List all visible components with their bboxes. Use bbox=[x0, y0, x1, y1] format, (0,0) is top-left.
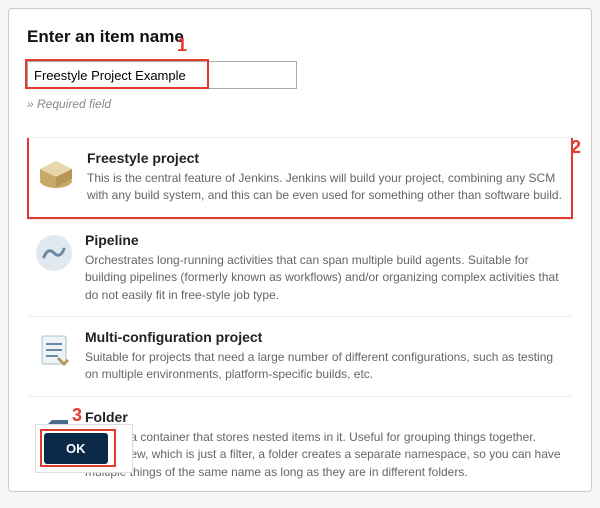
ok-button[interactable]: OK bbox=[44, 433, 108, 464]
option-desc: Suitable for projects that need a large … bbox=[85, 349, 567, 384]
option-desc: Orchestrates long-running activities tha… bbox=[85, 252, 567, 304]
option-title: Freestyle project bbox=[87, 150, 565, 166]
option-text: Freestyle project This is the central fe… bbox=[87, 150, 565, 205]
option-desc: This is the central feature of Jenkins. … bbox=[87, 170, 565, 205]
new-item-panel: Enter an item name 1 » Required field 2 … bbox=[8, 8, 592, 492]
ok-bar: 3 OK bbox=[35, 424, 133, 473]
pipeline-icon bbox=[33, 232, 75, 274]
required-field-label: » Required field bbox=[27, 97, 573, 111]
multiconfig-icon bbox=[33, 329, 75, 371]
item-name-row: 1 bbox=[27, 61, 573, 89]
option-text: Folder Creates a container that stores n… bbox=[85, 409, 567, 481]
option-multi-configuration[interactable]: Multi-configuration project Suitable for… bbox=[27, 316, 573, 396]
option-desc: Creates a container that stores nested i… bbox=[85, 429, 567, 481]
option-pipeline[interactable]: Pipeline Orchestrates long-running activ… bbox=[27, 219, 573, 316]
option-text: Multi-configuration project Suitable for… bbox=[85, 329, 567, 384]
page-title: Enter an item name bbox=[27, 27, 573, 47]
box-icon bbox=[35, 150, 77, 192]
option-title: Pipeline bbox=[85, 232, 567, 248]
item-name-input[interactable] bbox=[27, 61, 297, 89]
option-title: Multi-configuration project bbox=[85, 329, 567, 345]
option-freestyle-project[interactable]: Freestyle project This is the central fe… bbox=[27, 138, 573, 219]
option-text: Pipeline Orchestrates long-running activ… bbox=[85, 232, 567, 304]
option-title: Folder bbox=[85, 409, 567, 425]
